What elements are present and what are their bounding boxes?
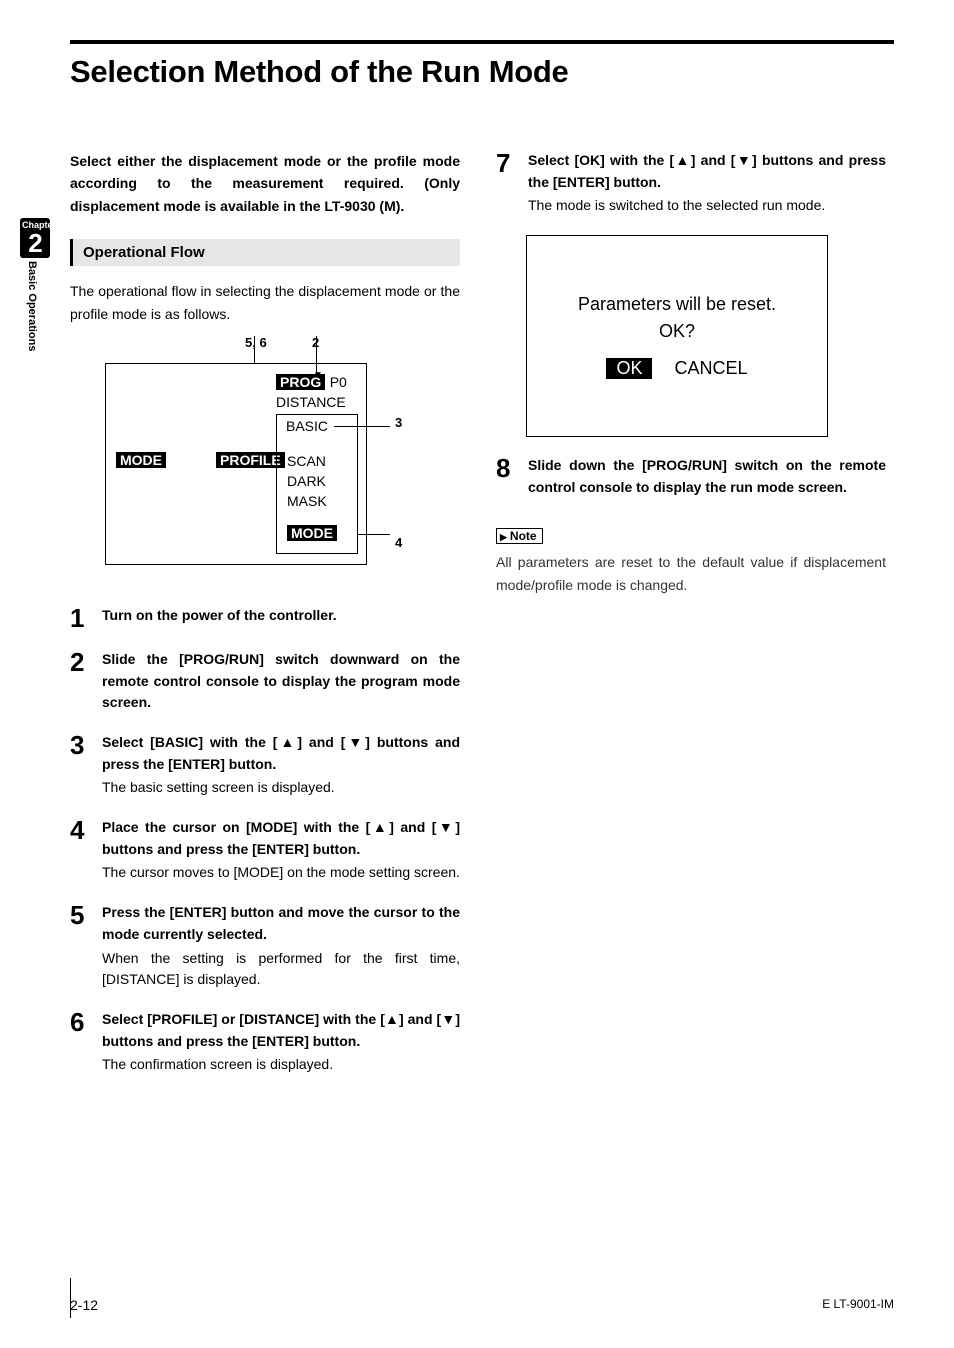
flowchart: 5, 6 2 3 4 PROG P0 DISTANCE BASIC: [105, 335, 425, 575]
step-6-plain: The confirmation screen is displayed.: [102, 1054, 460, 1076]
confirmation-dialog: Parameters will be reset. OK? OK CANCEL: [526, 235, 828, 437]
step-3-text: Select [BASIC] with the [▲] and [▼] butt…: [102, 732, 460, 775]
flow-connector-4: [358, 534, 390, 535]
flow-annot-56: 5, 6: [245, 335, 267, 350]
step-2-text: Slide the [PROG/RUN] switch downward on …: [102, 649, 460, 714]
step-num-2: 2: [70, 649, 88, 675]
step-4-plain: The cursor moves to [MODE] on the mode s…: [102, 862, 460, 884]
step-num-5: 5: [70, 902, 88, 928]
flow-mode2-label: MODE: [287, 525, 337, 541]
flow-mode-label: MODE: [116, 452, 166, 468]
chapter-number: 2: [20, 230, 50, 258]
note-tag: Note: [496, 528, 543, 544]
note-body: All parameters are reset to the default …: [496, 551, 886, 596]
step-8-text: Slide down the [PROG/RUN] switch on the …: [528, 455, 886, 498]
left-column: Select either the displacement mode or t…: [70, 150, 460, 1094]
step-7-text: Select [OK] with the [▲] and [▼] buttons…: [528, 150, 886, 193]
flow-inner-box: SCAN DARK MASK MODE: [276, 414, 358, 554]
dialog-message-2: OK?: [659, 321, 695, 342]
step-num-8: 8: [496, 455, 514, 481]
flow-label-p0: P0: [330, 374, 347, 390]
flow-outer-box: PROG P0 DISTANCE BASIC MODE PROFILE: [105, 363, 367, 565]
flow-label-dark: DARK: [287, 473, 326, 489]
dialog-message-1: Parameters will be reset.: [578, 294, 776, 315]
flow-label-mode-left: MODE: [116, 452, 166, 470]
step-7-plain: The mode is switched to the selected run…: [528, 195, 886, 217]
document-id: E LT-9001-IM: [822, 1297, 894, 1313]
step-2: 2 Slide the [PROG/RUN] switch downward o…: [70, 649, 460, 714]
flow-label-profile: PROFILE: [216, 452, 285, 470]
step-8: 8 Slide down the [PROG/RUN] switch on th…: [496, 455, 886, 498]
page-number: 2-12: [70, 1297, 98, 1313]
step-6: 6 Select [PROFILE] or [DISTANCE] with th…: [70, 1009, 460, 1076]
step-5-text: Press the [ENTER] button and move the cu…: [102, 902, 460, 945]
opflow-intro: The operational flow in selecting the di…: [70, 280, 460, 325]
flow-label-mask: MASK: [287, 493, 327, 509]
flow-label-distance: DISTANCE: [276, 394, 346, 410]
flow-label-mode-bottom: MODE: [287, 525, 337, 543]
step-5-plain: When the setting is performed for the fi…: [102, 948, 460, 991]
flow-label-scan: SCAN: [287, 453, 326, 469]
intro-paragraph: Select either the displacement mode or t…: [70, 150, 460, 217]
dialog-cancel-button[interactable]: CANCEL: [674, 358, 747, 379]
step-3-plain: The basic setting screen is displayed.: [102, 777, 460, 799]
step-4: 4 Place the cursor on [MODE] with the [▲…: [70, 817, 460, 884]
flow-profile-label: PROFILE: [216, 452, 285, 468]
chapter-side-tab: Chapter 2 Basic Operations: [20, 218, 50, 351]
step-3: 3 Select [BASIC] with the [▲] and [▼] bu…: [70, 732, 460, 799]
step-5: 5 Press the [ENTER] button and move the …: [70, 902, 460, 991]
flow-prog-p0: PROG P0: [276, 374, 347, 392]
top-rule: [70, 40, 894, 44]
step-num-7: 7: [496, 150, 514, 176]
step-num-4: 4: [70, 817, 88, 843]
flow-arrow-56: [254, 336, 255, 364]
step-6-text: Select [PROFILE] or [DISTANCE] with the …: [102, 1009, 460, 1052]
step-4-text: Place the cursor on [MODE] with the [▲] …: [102, 817, 460, 860]
page-footer: 2-12 E LT-9001-IM: [70, 1297, 894, 1313]
flow-annot-4: 4: [395, 535, 402, 550]
step-num-3: 3: [70, 732, 88, 758]
flow-arrow-2: [316, 336, 317, 374]
flow-annot-3: 3: [395, 415, 402, 430]
chapter-name: Basic Operations: [20, 261, 38, 351]
step-num-1: 1: [70, 605, 88, 631]
section-heading-operational-flow: Operational Flow: [70, 239, 460, 266]
dialog-ok-button[interactable]: OK: [606, 358, 652, 379]
steps-left: 1 Turn on the power of the controller. 2…: [70, 605, 460, 1076]
step-1: 1 Turn on the power of the controller.: [70, 605, 460, 631]
step-7: 7 Select [OK] with the [▲] and [▼] butto…: [496, 150, 886, 217]
step-num-6: 6: [70, 1009, 88, 1035]
right-column: 7 Select [OK] with the [▲] and [▼] butto…: [496, 150, 886, 1094]
flow-arrowhead-2: ▼: [313, 370, 323, 381]
page-title: Selection Method of the Run Mode: [70, 54, 894, 90]
step-1-text: Turn on the power of the controller.: [102, 605, 460, 627]
